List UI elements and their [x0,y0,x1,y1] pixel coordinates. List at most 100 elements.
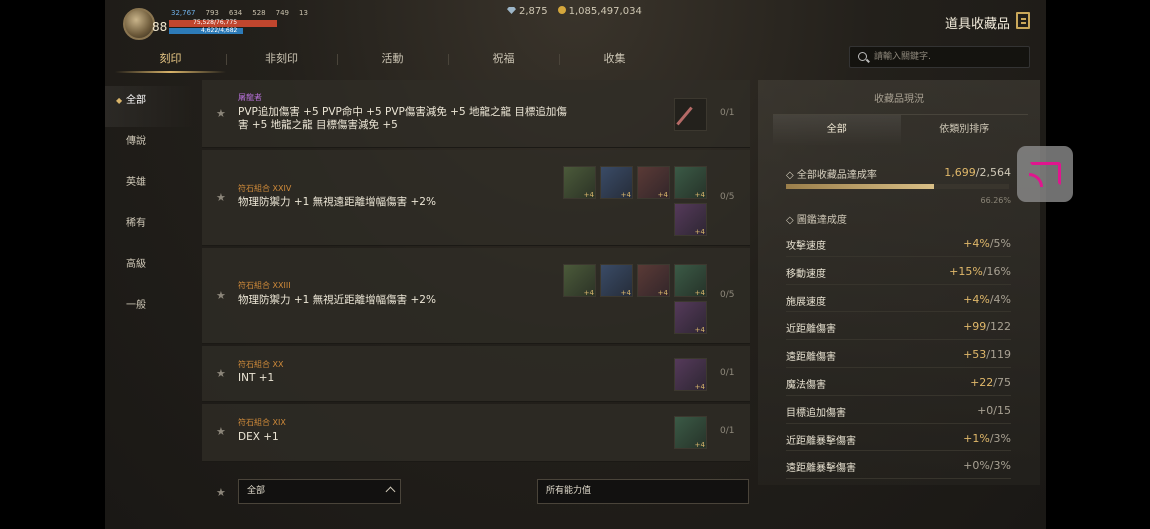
stat-name: 近距離傷害 [786,324,836,336]
panel-tabs: 全部 依類別排序 [773,114,1028,146]
rune-slot[interactable]: +4 [600,264,633,297]
list-item[interactable]: ★ 屠龍者 PVP追加傷害 +5 PVP命中 +5 PVP傷害減免 +5 地龍之… [202,80,750,148]
stat-name: 近距離暴擊傷害 [786,435,856,447]
category-label: 一般 [126,300,146,311]
stat-5: 749 [275,9,289,17]
rune-slot[interactable]: +4 [674,358,707,391]
mp-bar: 4,622/4,682 [169,27,243,34]
total-progress-fill [786,184,934,189]
stat-3: 634 [228,9,243,17]
category-normal[interactable]: 一般 [105,291,195,332]
item-name: 符石組合 XX [238,360,284,369]
stat-row: 近距離暴擊傷害 +1%/3% [786,424,1011,452]
stat-value: +4%/5% [963,237,1011,250]
active-marker-icon: ◆ [116,96,123,105]
stat-value: +1%/3% [963,431,1011,445]
item-effect: INT +1 [238,372,275,384]
rune-slot[interactable]: +4 [674,203,707,236]
grade-filter-dropdown[interactable]: 全部 [238,479,401,504]
chevron-up-icon [385,486,396,497]
favorite-star-icon[interactable]: ★ [216,425,226,438]
list-item[interactable]: ★ 符石組合 XX INT +1 +4 0/1 [202,346,750,402]
coin-icon [557,6,566,14]
rune-slot[interactable]: +4 [674,166,707,199]
stat-row: 目標追加傷害 +0/15 [786,396,1011,424]
gem-count: 2,875 [507,6,548,17]
panel-tab-by-category[interactable]: 依類別排序 [901,115,1029,146]
diamond-icon: ◇ [786,170,794,181]
list-item[interactable]: ★ 符石組合 XXIII 物理防禦力 +1 無視近距離增幅傷害 +2% +4 +… [202,248,750,344]
stat-4: 528 [252,9,266,17]
rune-slot[interactable]: +4 [674,264,707,297]
stat-row: 施展速度 +4%/4% [786,285,1011,313]
category-list: ◆ 全部 傳說 英雄 稀有 高級 一般 [105,86,195,332]
stat-value: +53/119 [963,348,1011,362]
stat-name: 移動速度 [786,268,826,280]
tab-event[interactable]: 活動 [337,48,448,72]
rune-slot[interactable]: +4 [674,301,707,334]
gem-icon [507,7,516,14]
panel-title: 收藏品現況 [874,94,924,105]
category-legendary[interactable]: 傳說 [105,127,195,168]
search-box [849,46,1030,68]
rune-slot[interactable]: +4 [563,264,596,297]
category-label: 英雄 [126,177,146,188]
total-value: 1,699 [944,166,976,179]
stat-value: +4%/4% [963,292,1011,306]
item-count: 0/5 [720,290,735,300]
gold-count: 1,085,497,034 [557,6,642,17]
stat-2: 793 [205,9,219,17]
page-title: 道具收藏品 [944,17,1010,32]
list-item[interactable]: ★ 符石組合 XIX DEX +1 +4 0/1 [202,404,750,462]
rune-slot[interactable]: +4 [637,264,670,297]
category-label: 傳說 [126,136,146,147]
favorite-star-icon[interactable]: ★ [216,107,226,120]
tab-blessing[interactable]: 祝福 [448,48,559,72]
stat-value: +0%/3% [963,459,1011,473]
search-input[interactable] [874,49,1024,65]
stat-power: 32,767 [171,9,196,17]
item-name: 符石組合 XIX [238,418,286,427]
category-label: 稀有 [126,218,146,229]
book-rate-label: ◇ 圖鑑達成度 [786,211,847,226]
favorite-filter-star-icon[interactable]: ★ [216,486,226,499]
search-icon[interactable] [858,52,867,61]
rune-slot[interactable]: +4 [674,416,707,449]
stat-row: 攻擊速度 +4%/5% [786,229,1011,257]
panel-tab-all[interactable]: 全部 [773,115,901,146]
tab-collect[interactable]: 收集 [559,48,670,72]
stat-summary: 32,767 793 634 528 749 13 [171,9,308,17]
sword-icon [676,106,693,126]
category-hero[interactable]: 英雄 [105,168,195,209]
item-slot[interactable] [674,98,707,131]
rune-slot[interactable]: +4 [563,166,596,199]
tab-not-engraved[interactable]: 非刻印 [226,48,337,72]
book-rate-text: 圖鑑達成度 [796,215,847,226]
stat-value: +15%/16% [949,264,1011,278]
category-advanced[interactable]: 高級 [105,250,195,291]
tab-engraved[interactable]: 刻印 [115,48,226,73]
category-rare[interactable]: 稀有 [105,209,195,250]
rune-slot[interactable]: +4 [637,166,670,199]
favorite-star-icon[interactable]: ★ [216,191,226,204]
total-rate-text: 全部收藏品達成率 [796,170,877,181]
stat-6: 13 [299,9,308,17]
ability-filter-dropdown[interactable]: 所有能力值 [537,479,749,504]
ability-filter-value: 所有能力值 [546,486,592,496]
category-all[interactable]: ◆ 全部 [105,86,195,127]
stat-name: 攻擊速度 [786,241,826,252]
screen-cast-button[interactable] [1017,146,1073,202]
diamond-icon: ◇ [786,215,794,226]
list-item[interactable]: ★ 符石組合 XXIV 物理防禦力 +1 無視遠距離增幅傷害 +2% +4 +4… [202,150,750,246]
rune-slot[interactable]: +4 [600,166,633,199]
exit-icon[interactable] [1016,12,1030,29]
character-level: 88 [152,20,168,34]
grade-filter-value: 全部 [247,486,266,496]
category-label: 全部 [126,95,146,106]
category-label: 高級 [126,259,146,270]
item-count: 0/5 [720,192,735,202]
favorite-star-icon[interactable]: ★ [216,367,226,380]
stat-name: 遠距離傷害 [786,352,836,364]
character-avatar[interactable] [123,8,155,40]
favorite-star-icon[interactable]: ★ [216,289,226,302]
